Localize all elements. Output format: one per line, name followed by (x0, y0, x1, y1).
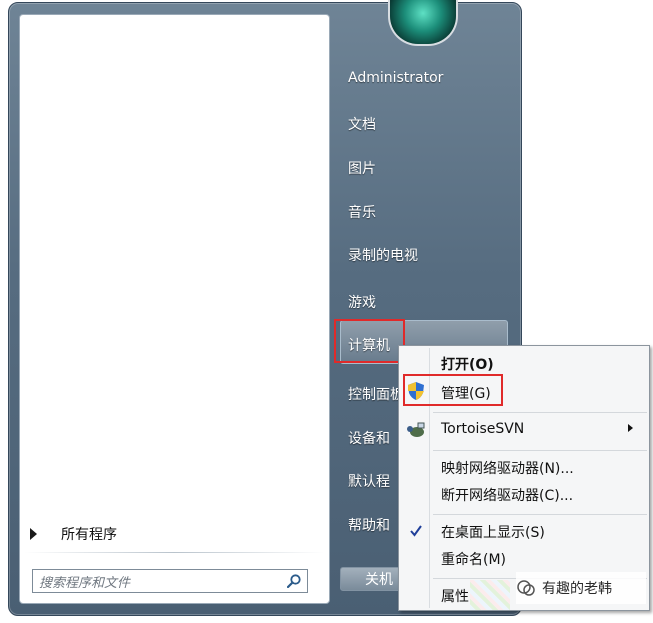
menu-item-map-network-drive[interactable]: 映射网络驱动器(N)... (441, 458, 574, 478)
menu-item-disconnect-network-drive[interactable]: 断开网络驱动器(C)... (441, 485, 573, 505)
menu-separator (433, 514, 647, 515)
search-input[interactable]: 搜索程序和文件 (32, 569, 308, 593)
submenu-arrow-icon (628, 424, 633, 432)
watermark-text: 有趣的老韩 (542, 581, 612, 597)
menu-item-tortoisesvn[interactable]: TortoiseSVN (441, 421, 524, 437)
control-panel-link[interactable]: 控制面板 (348, 384, 404, 404)
manage-highlight-box (403, 374, 503, 406)
left-pane-separator (24, 552, 324, 553)
default-programs-link[interactable]: 默认程 (348, 471, 390, 491)
menu-item-rename[interactable]: 重命名(M) (441, 549, 506, 569)
all-programs-label: 所有程序 (61, 527, 117, 543)
check-icon (410, 525, 422, 537)
music-link[interactable]: 音乐 (348, 202, 376, 222)
menu-separator (433, 412, 647, 413)
recorded-tv-link[interactable]: 录制的电视 (348, 245, 418, 265)
menu-item-properties[interactable]: 属性 (441, 586, 469, 606)
program-list-pane (19, 14, 330, 604)
arrow-right-icon (30, 528, 37, 540)
wechat-icon (517, 580, 535, 596)
games-link[interactable]: 游戏 (348, 292, 376, 312)
search-icon[interactable] (287, 574, 301, 588)
all-programs-item[interactable]: 所有程序 (30, 522, 320, 546)
documents-link[interactable]: 文档 (348, 114, 376, 134)
help-support-link[interactable]: 帮助和 (348, 515, 390, 535)
menu-item-open[interactable]: 打开(O) (441, 354, 494, 374)
search-placeholder: 搜索程序和文件 (39, 575, 131, 591)
devices-printers-link[interactable]: 设备和 (348, 428, 390, 448)
watermark: 有趣的老韩 (516, 572, 646, 604)
menu-item-show-on-desktop[interactable]: 在桌面上显示(S) (441, 522, 545, 542)
menu-separator (433, 450, 647, 451)
watermark-pattern (470, 580, 510, 610)
computer-highlight-box (334, 319, 405, 363)
user-name-link[interactable]: Administrator (348, 70, 443, 86)
pictures-link[interactable]: 图片 (348, 158, 376, 178)
tortoise-svn-icon (407, 422, 425, 437)
